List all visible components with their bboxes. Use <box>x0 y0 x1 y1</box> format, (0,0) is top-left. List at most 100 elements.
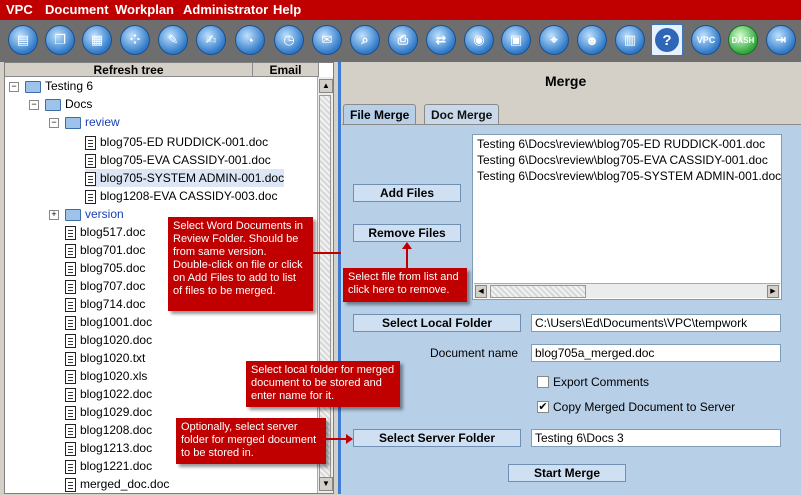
callout-arrow <box>326 438 348 440</box>
monitor-icon[interactable]: ▣ <box>501 25 531 55</box>
tree-file[interactable]: blog714.doc <box>65 295 145 313</box>
folder-open-icon <box>25 80 41 93</box>
copy-icon[interactable]: ❐ <box>45 25 75 55</box>
scroll-down-icon[interactable]: ▼ <box>319 477 333 491</box>
merge-file-list[interactable]: Testing 6\Docs\review\blog705-ED RUDDICK… <box>472 134 782 300</box>
grid-icon[interactable]: ⁘ <box>120 25 150 55</box>
tree-file[interactable]: blog1020.xls <box>65 367 147 385</box>
menu-workplan[interactable]: Workplan <box>115 2 174 17</box>
remove-files-button[interactable]: Remove Files <box>353 224 461 242</box>
scroll-up-icon[interactable]: ▲ <box>319 79 333 93</box>
folder-icon <box>65 208 81 221</box>
list-item[interactable]: Testing 6\Docs\review\blog705-ED RUDDICK… <box>477 137 765 151</box>
email-button[interactable]: Email <box>253 63 319 77</box>
server-folder-field[interactable]: Testing 6\Docs 3 <box>531 429 781 447</box>
tree-file[interactable]: merged_doc.doc <box>65 475 169 493</box>
list-hscrollbar[interactable]: ◀ ▶ <box>474 283 780 298</box>
expand-docs[interactable]: − <box>29 100 39 110</box>
tree-node-root[interactable]: Testing 6 <box>25 77 93 95</box>
arrow-up-icon <box>402 242 412 249</box>
document-icon <box>65 333 76 348</box>
edit-form-icon[interactable]: ✍ <box>196 25 226 55</box>
document-icon <box>65 225 76 240</box>
tree-file[interactable]: blog707.doc <box>65 277 145 295</box>
tree-file[interactable]: blog1213.doc <box>65 439 152 457</box>
document-icon <box>85 189 96 204</box>
select-local-folder-button[interactable]: Select Local Folder <box>353 314 521 332</box>
menu-help[interactable]: Help <box>273 2 301 17</box>
vpc-icon[interactable]: VPC <box>691 25 721 55</box>
document-icon <box>65 351 76 366</box>
tree-file[interactable]: blog705.doc <box>65 259 145 277</box>
tree-file[interactable]: blog1208.doc <box>65 421 152 439</box>
menu-vpc[interactable]: VPC <box>6 2 33 17</box>
scroll-right-icon[interactable]: ▶ <box>767 285 779 298</box>
document-icon <box>85 171 96 186</box>
color-palette-icon[interactable]: ▦ <box>82 25 112 55</box>
document-icon <box>65 261 76 276</box>
menu-bar: VPC Document Workplan Administrator Help <box>0 0 801 20</box>
tab-file-merge[interactable]: File Merge <box>343 104 417 125</box>
document-icon <box>65 423 76 438</box>
tree-file[interactable]: blog1020.doc <box>65 331 152 349</box>
callout-arrow <box>406 246 408 268</box>
help-button[interactable]: ? <box>651 24 683 56</box>
export-comments-checkbox[interactable] <box>537 376 549 388</box>
menu-administrator[interactable]: Administrator <box>183 2 268 17</box>
document-icon <box>65 441 76 456</box>
list-item[interactable]: Testing 6\Docs\review\blog705-SYSTEM ADM… <box>477 169 781 183</box>
tree-node-docs[interactable]: Docs <box>45 95 92 113</box>
compare-icon[interactable]: ⇄ <box>426 25 456 55</box>
expand-review[interactable]: − <box>49 118 59 128</box>
cards-icon[interactable]: ▥ <box>615 25 645 55</box>
broadcast-icon[interactable]: ⌖ <box>539 25 569 55</box>
export-comments-label: Export Comments <box>553 375 650 389</box>
mail-icon[interactable]: ✉ <box>312 25 342 55</box>
local-folder-field[interactable]: C:\Users\Ed\Documents\VPC\tempwork <box>531 314 781 332</box>
callout-remove: Select file from list and click here to … <box>343 268 467 302</box>
clock-edit-icon[interactable]: ◷ <box>274 25 304 55</box>
printer-icon[interactable]: ⎙ <box>388 25 418 55</box>
tree-file-review-2[interactable]: blog705-EVA CASSIDY-001.doc <box>85 151 271 169</box>
folder-open-icon <box>45 98 61 111</box>
exit-icon[interactable]: ⇥ <box>766 25 796 55</box>
list-item[interactable]: Testing 6\Docs\review\blog705-EVA CASSID… <box>477 153 768 167</box>
tree-file[interactable]: blog517.doc <box>65 223 145 241</box>
expand-version[interactable]: + <box>49 210 59 220</box>
tree-file[interactable]: blog1001.doc <box>65 313 152 331</box>
tree-file[interactable]: blog701.doc <box>65 241 145 259</box>
color-wheel-icon[interactable]: ◉ <box>464 25 494 55</box>
folder-open-icon <box>65 116 81 129</box>
scroll-left-icon[interactable]: ◀ <box>475 285 487 298</box>
refresh-tree-button[interactable]: Refresh tree <box>5 63 253 77</box>
scroll-thumb[interactable] <box>490 285 586 298</box>
copy-merged-label: Copy Merged Document to Server <box>553 400 736 414</box>
tree-file[interactable]: blog1221.doc <box>65 457 152 475</box>
tree-file-review-1[interactable]: blog705-ED RUDDICK-001.doc <box>85 133 268 151</box>
add-files-button[interactable]: Add Files <box>353 184 461 202</box>
tree-file[interactable]: blog1029.doc <box>65 403 152 421</box>
tree-file-review-3[interactable]: blog705-SYSTEM ADMIN-001.doc <box>85 169 285 187</box>
expand-root[interactable]: − <box>9 82 19 92</box>
tree-node-review[interactable]: review <box>65 113 120 131</box>
menu-document[interactable]: Document <box>45 2 109 17</box>
callout-arrow <box>313 252 341 254</box>
arrow-right-icon <box>346 434 353 444</box>
document-icon <box>65 315 76 330</box>
clock-document-icon[interactable]: ◔ <box>235 25 265 55</box>
tree-file-review-4[interactable]: blog1208-EVA CASSIDY-003.doc <box>85 187 277 205</box>
document-tools-icon[interactable]: ▤ <box>8 25 38 55</box>
select-server-folder-button[interactable]: Select Server Folder <box>353 429 521 447</box>
dash-icon[interactable]: DASH <box>728 25 758 55</box>
document-icon <box>65 387 76 402</box>
tree-file[interactable]: blog1020.txt <box>65 349 145 367</box>
tree-node-version[interactable]: version <box>65 205 124 223</box>
start-merge-button[interactable]: Start Merge <box>508 464 626 482</box>
copy-merged-checkbox[interactable]: ✔ <box>537 401 549 413</box>
tree-file[interactable]: blog1022.doc <box>65 385 152 403</box>
search-icon[interactable]: ⌕ <box>350 25 380 55</box>
users-icon[interactable]: ☻ <box>577 25 607 55</box>
tab-doc-merge[interactable]: Doc Merge <box>424 104 500 125</box>
document-name-field[interactable]: blog705a_merged.doc <box>531 344 781 362</box>
edit-check-icon[interactable]: ✎ <box>158 25 188 55</box>
